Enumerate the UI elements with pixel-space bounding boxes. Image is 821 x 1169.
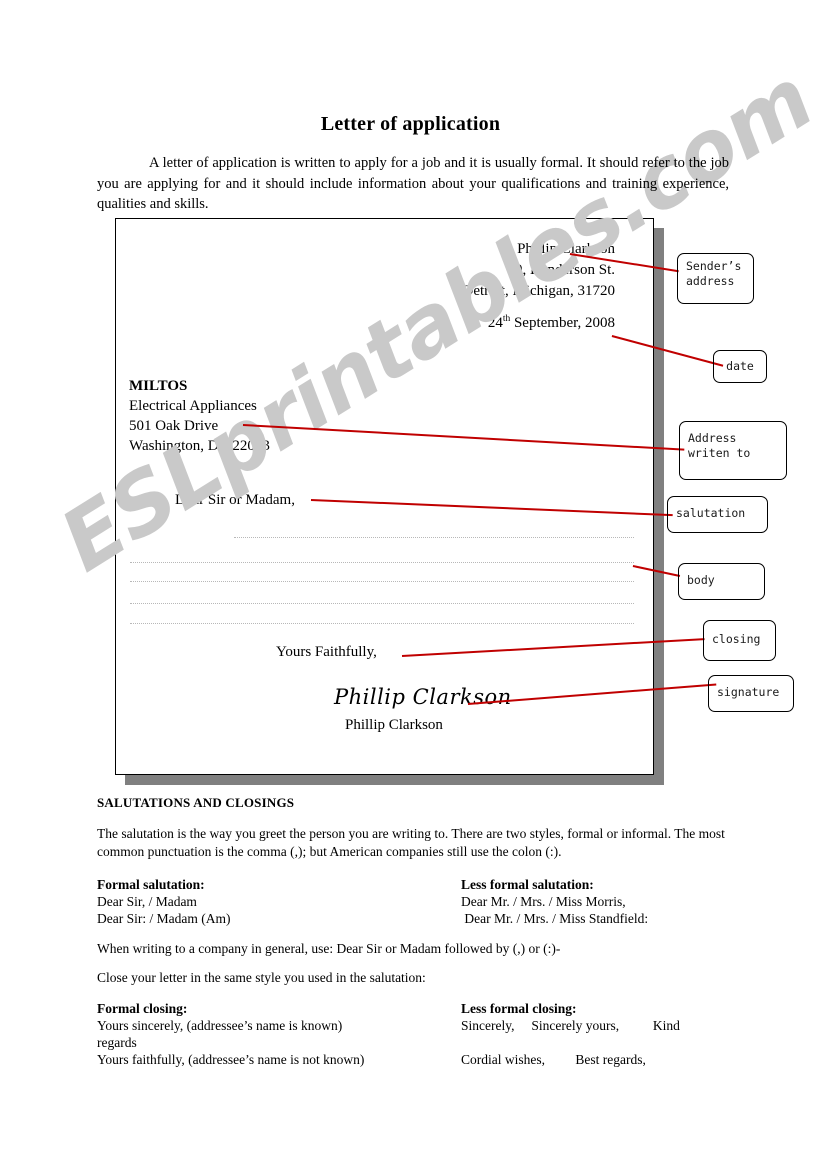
callout-salutation-label: salutation xyxy=(676,506,746,520)
recipient-line-4: Washington, DC 22063 xyxy=(129,438,270,454)
body-writing-line xyxy=(130,581,634,583)
less-formal-closing-heading: Less formal closing: xyxy=(461,1001,577,1016)
callout-address-writen-to-label: Address writen to xyxy=(688,431,751,460)
sender-address-line-2: 19, Henderson St. xyxy=(507,262,616,278)
recipient-line-3: 501 Oak Drive xyxy=(129,418,219,434)
less-formal-salutation-line-2: Dear Mr. / Mrs. / Miss Standfield: xyxy=(461,911,649,926)
callout-address-writen-to[interactable]: Address writen to xyxy=(679,421,787,480)
date-day: 24 xyxy=(487,315,503,331)
close-style-note: Close your letter in the same style you … xyxy=(97,970,426,985)
formal-salutation-line-1: Dear Sir, / Madam xyxy=(97,894,197,909)
letter-recipient-address: MILTOS Electrical Appliances 501 Oak Dri… xyxy=(129,376,270,456)
letter-date: 24th September, 2008 xyxy=(488,309,615,334)
letter-signature-printed: Phillip Clarkson xyxy=(345,717,443,733)
formal-closing-line-2: regards xyxy=(97,1035,137,1050)
less-formal-salutation-line-1: Dear Mr. / Mrs. / Miss Morris, xyxy=(461,894,626,909)
intro-paragraph: A letter of application is written to ap… xyxy=(97,155,729,212)
general-company-note: When writing to a company in general, us… xyxy=(97,941,561,956)
recipient-company: MILTOS xyxy=(129,378,188,394)
formal-closing-block: Formal closing: Yours sincerely, (addres… xyxy=(97,1000,447,1068)
body-writing-line xyxy=(130,562,634,564)
callout-date-label: date xyxy=(726,359,754,373)
callout-senders-address[interactable]: Sender’s address xyxy=(677,253,754,304)
callout-closing[interactable]: closing xyxy=(703,620,776,661)
formal-salutation-line-2: Dear Sir: / Madam (Am) xyxy=(97,911,231,926)
section-heading: SALUTATIONS AND CLOSINGS xyxy=(97,795,295,810)
letter-sender-address: Phillip Clarkson 19, Henderson St. Detro… xyxy=(463,239,615,302)
date-month-year: September, 2008 xyxy=(510,315,615,331)
callout-closing-label: closing xyxy=(712,632,761,646)
less-formal-salutation-heading: Less formal salutation: xyxy=(461,877,594,892)
formal-salutation-block: Formal salutation: Dear Sir, / Madam Dea… xyxy=(97,876,447,927)
formal-closing-line-3: Yours faithfully, (addressee’s name is n… xyxy=(97,1052,365,1067)
letter-salutation: Dear Sir or Madam, xyxy=(175,492,295,508)
letter-sample-box: Phillip Clarkson 19, Henderson St. Detro… xyxy=(115,218,654,775)
recipient-line-2: Electrical Appliances xyxy=(129,398,257,414)
page-title: Letter of application xyxy=(320,113,501,135)
less-formal-closing-spacer xyxy=(461,1034,801,1051)
formal-closing-line-1: Yours sincerely, (addressee’s name is kn… xyxy=(97,1018,343,1033)
callout-salutation[interactable]: salutation xyxy=(667,496,768,533)
body-writing-line xyxy=(130,603,634,605)
callout-signature-label: signature xyxy=(717,685,780,699)
salutation-intro-paragraph: The salutation is the way you greet the … xyxy=(97,826,725,859)
callout-date[interactable]: date xyxy=(713,350,767,383)
body-writing-line xyxy=(130,623,634,625)
letter-closing: Yours Faithfully, xyxy=(276,644,377,660)
formal-salutation-heading: Formal salutation: xyxy=(97,877,205,892)
less-formal-closing-line-2: Cordial wishes, Best regards, xyxy=(461,1052,646,1067)
less-formal-closing-line-1: Sincerely, Sincerely yours, Kind xyxy=(461,1018,680,1033)
letter-signature-script: Phillip Clarkson xyxy=(334,685,512,709)
body-writing-line xyxy=(234,537,634,539)
less-formal-salutation-block: Less formal salutation: Dear Mr. / Mrs. … xyxy=(461,876,791,927)
callout-senders-address-label: Sender’s address xyxy=(686,259,742,288)
sender-address-line-3: Detroit, Michigan, 31720 xyxy=(462,283,615,299)
callout-signature[interactable]: signature xyxy=(708,675,794,712)
less-formal-closing-block: Less formal closing: Sincerely, Sincerel… xyxy=(461,1000,801,1068)
callout-body[interactable]: body xyxy=(678,563,765,600)
formal-closing-heading: Formal closing: xyxy=(97,1001,188,1016)
callout-body-label: body xyxy=(687,573,715,587)
